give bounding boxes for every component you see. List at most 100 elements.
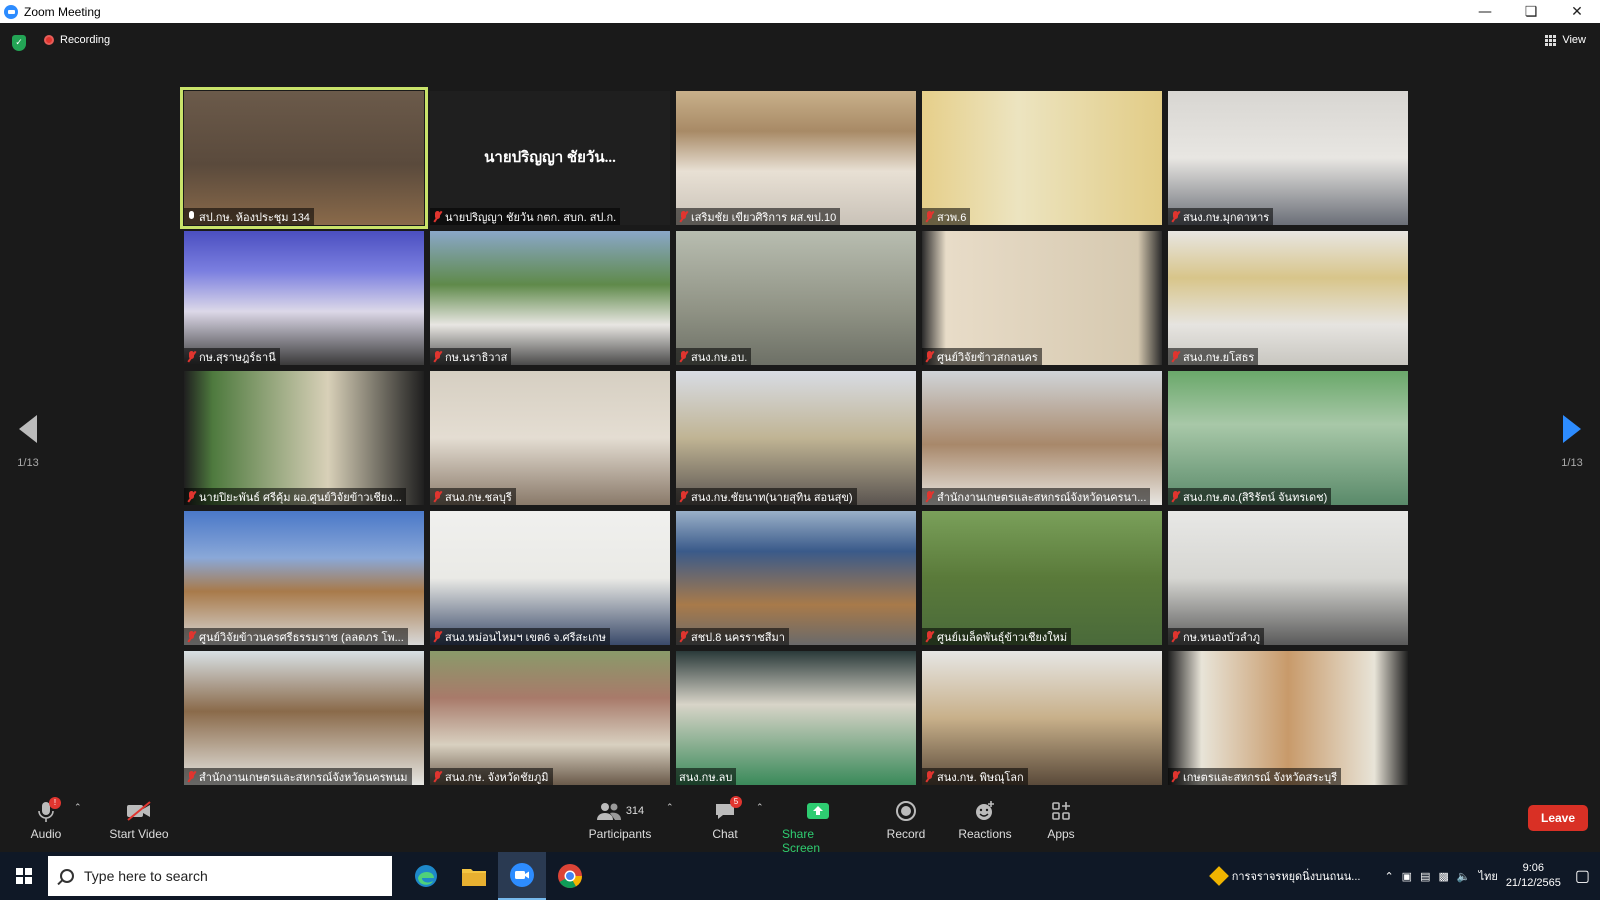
participant-name: สนง.กษ.ชลบุรี xyxy=(445,491,512,504)
participant-tile[interactable]: ศูนย์วิจัยข้าวสกลนคร xyxy=(922,231,1162,365)
participant-tile[interactable]: ศูนย์เมล็ดพันธุ์ข้าวเชียงใหม่ xyxy=(922,511,1162,645)
participant-name: สนง.กษ. จังหวัดชัยภูมิ xyxy=(445,771,549,784)
volume-icon[interactable]: 🔈 xyxy=(1457,870,1471,883)
microphone-icon: ! xyxy=(35,797,61,823)
participant-tile[interactable]: กษ.สุราษฎร์ธานี xyxy=(184,231,424,365)
participant-name-bar: สนง.กษ.ลบ xyxy=(676,768,737,785)
chat-button[interactable]: 5 Chat xyxy=(708,796,742,841)
leave-button[interactable]: Leave xyxy=(1528,805,1588,831)
share-screen-icon xyxy=(806,799,830,823)
start-video-button[interactable]: Start Video xyxy=(106,797,172,841)
clock-date: 21/12/2565 xyxy=(1505,877,1561,889)
participant-tile[interactable]: เสริมชัย เขียวศิริการ ผส.ขป.10 xyxy=(676,91,916,225)
participant-video xyxy=(1168,511,1408,645)
participant-tile[interactable]: กษ.นราธิวาส xyxy=(430,231,670,365)
participant-tile[interactable]: สวพ.6 xyxy=(922,91,1162,225)
restore-button[interactable]: ❏ xyxy=(1508,0,1554,23)
participant-video xyxy=(676,371,916,505)
minimize-button[interactable]: — xyxy=(1462,0,1508,23)
chat-options-caret-icon[interactable]: ⌃ xyxy=(756,803,764,813)
muted-mic-icon xyxy=(1171,211,1180,222)
participant-video xyxy=(1168,231,1408,365)
start-button[interactable] xyxy=(0,852,48,900)
language-indicator[interactable]: ไทย xyxy=(1479,867,1498,885)
mic-icon xyxy=(187,211,196,222)
muted-mic-icon xyxy=(433,351,442,362)
participant-tile[interactable]: สำนักงานเกษตรและสหกรณ์จังหวัดนครพนม xyxy=(184,651,424,785)
participant-name-bar: สำนักงานเกษตรและสหกรณ์จังหวัดนครนา... xyxy=(922,488,1151,505)
participant-name: สนง.กษ.ชัยนาท(นายสุทิน สอนสุข) xyxy=(691,491,853,504)
participant-video xyxy=(1168,371,1408,505)
participant-tile[interactable]: กษ.หนองบัวลำภู xyxy=(1168,511,1408,645)
chat-icon: 5 xyxy=(714,796,742,823)
show-hidden-icons-chevron-icon[interactable]: ⌃ xyxy=(1384,870,1393,883)
muted-mic-icon xyxy=(925,771,934,782)
participant-tile[interactable]: สนง.กษ.ลบ xyxy=(676,651,916,785)
participant-tile[interactable]: นายปิยะพันธ์ ศรีคุ้ม ผอ.ศูนย์วิจัยข้าวเช… xyxy=(184,371,424,505)
audio-warning-badge: ! xyxy=(49,797,61,809)
window-controls: — ❏ ✕ xyxy=(1462,0,1600,23)
smiley-plus-icon xyxy=(974,799,996,823)
apps-button[interactable]: Apps xyxy=(1044,797,1078,841)
participant-video xyxy=(184,511,424,645)
participants-button[interactable]: 314 Participants xyxy=(586,797,654,841)
system-tray: การจราจรหยุดนิ่งบนถนน... ⌃ ▣ ▤ ▩ 🔈 ไทย 9… xyxy=(1208,852,1600,900)
reactions-button[interactable]: Reactions xyxy=(956,797,1014,841)
participant-tile[interactable]: สชป.8 นครราชสีมา xyxy=(676,511,916,645)
taskbar-chrome-app[interactable] xyxy=(546,852,594,900)
participant-video xyxy=(922,231,1162,365)
muted-mic-icon xyxy=(679,211,688,222)
network-icon[interactable]: ▤ xyxy=(1420,870,1430,883)
participants-options-caret-icon[interactable]: ⌃ xyxy=(666,803,674,813)
taskbar-edge-app[interactable] xyxy=(402,852,450,900)
participant-tile[interactable]: สนง.กษ.มุกดาหาร xyxy=(1168,91,1408,225)
participant-name-bar: สนง.กษ. จังหวัดชัยภูมิ xyxy=(430,768,553,785)
participant-tile[interactable]: สนง.กษ.ชัยนาท(นายสุทิน สอนสุข) xyxy=(676,371,916,505)
share-screen-label: Share Screen xyxy=(782,827,821,855)
participant-tile[interactable]: สนง.กษ.ตง.(สิริรัตน์ จันทรเดช) xyxy=(1168,371,1408,505)
taskbar-file-explorer-app[interactable] xyxy=(450,852,498,900)
participant-tile[interactable]: สป.กษ. ห้องประชุม 134 xyxy=(180,87,428,229)
participant-tile[interactable]: สำนักงานเกษตรและสหกรณ์จังหวัดนครนา... xyxy=(922,371,1162,505)
participant-name: ศูนย์เมล็ดพันธุ์ข้าวเชียงใหม่ xyxy=(937,631,1068,644)
folder-icon xyxy=(462,869,486,886)
participant-tile[interactable]: สนง.กษ.ยโสธร xyxy=(1168,231,1408,365)
muted-mic-icon xyxy=(187,491,196,502)
participant-tile[interactable]: เกษตรและสหกรณ์ จังหวัดสระบุรี xyxy=(1168,651,1408,785)
participant-tile[interactable]: นายปริญญา ชัยวัน... นายปริญญา ชัยวัน กตก.… xyxy=(430,91,670,225)
participant-tile[interactable]: สนง.กษ. จังหวัดชัยภูมิ xyxy=(430,651,670,785)
participant-name-bar: สนง.กษ.ยโสธร xyxy=(1168,348,1259,365)
taskbar-zoom-app[interactable] xyxy=(498,852,546,900)
record-button[interactable]: Record xyxy=(884,797,928,841)
participant-tile[interactable]: สนง.กษ.ชลบุรี xyxy=(430,371,670,505)
clock[interactable]: 9:06 21/12/2565 xyxy=(1506,861,1561,891)
traffic-notification[interactable]: การจราจรหยุดนิ่งบนถนน... xyxy=(1208,866,1360,886)
previous-page-button[interactable]: 1/13 xyxy=(8,415,48,469)
display-icon[interactable]: ▩ xyxy=(1438,870,1448,883)
recording-indicator[interactable]: Recording xyxy=(44,34,110,46)
participant-tile[interactable]: สนง.กษ.อบ. xyxy=(676,231,916,365)
muted-mic-icon xyxy=(679,631,688,642)
security-shield-icon[interactable]: ✓ xyxy=(12,35,26,51)
share-screen-button[interactable]: Share Screen xyxy=(782,797,854,855)
audio-options-caret-icon[interactable]: ⌃ xyxy=(74,803,82,813)
participant-tile[interactable]: ศูนย์วิจัยข้าวนครศรีธรรมราช (ลลดภร โพ... xyxy=(184,511,424,645)
zoom-app-icon xyxy=(510,863,534,887)
muted-mic-icon xyxy=(433,631,442,642)
participant-name-bar: สนง.กษ.อบ. xyxy=(676,348,752,365)
participant-tile[interactable]: สนง.กษ. พิษณุโลก xyxy=(922,651,1162,785)
notifications-icon[interactable]: ▢ xyxy=(1575,866,1590,886)
view-button[interactable]: View xyxy=(1545,34,1586,46)
taskbar-search-box[interactable]: Type here to search xyxy=(48,856,392,896)
meet-now-icon[interactable]: ▣ xyxy=(1402,870,1412,883)
video-off-icon xyxy=(125,799,153,823)
participant-tile[interactable]: สนง.หม่อนไหมฯ เขต6 จ.ศรีสะเกษ xyxy=(430,511,670,645)
audio-button[interactable]: ! Audio xyxy=(28,797,64,841)
participant-name: สนง.หม่อนไหมฯ เขต6 จ.ศรีสะเกษ xyxy=(445,631,606,644)
arrow-right-icon xyxy=(1563,415,1581,443)
participant-video xyxy=(184,651,424,785)
participant-name-bar: สนง.กษ.มุกดาหาร xyxy=(1168,208,1274,225)
next-page-button[interactable]: 1/13 xyxy=(1552,415,1592,469)
close-button[interactable]: ✕ xyxy=(1554,0,1600,23)
participant-name-bar: สนง.กษ.ชัยนาท(นายสุทิน สอนสุข) xyxy=(676,488,857,505)
